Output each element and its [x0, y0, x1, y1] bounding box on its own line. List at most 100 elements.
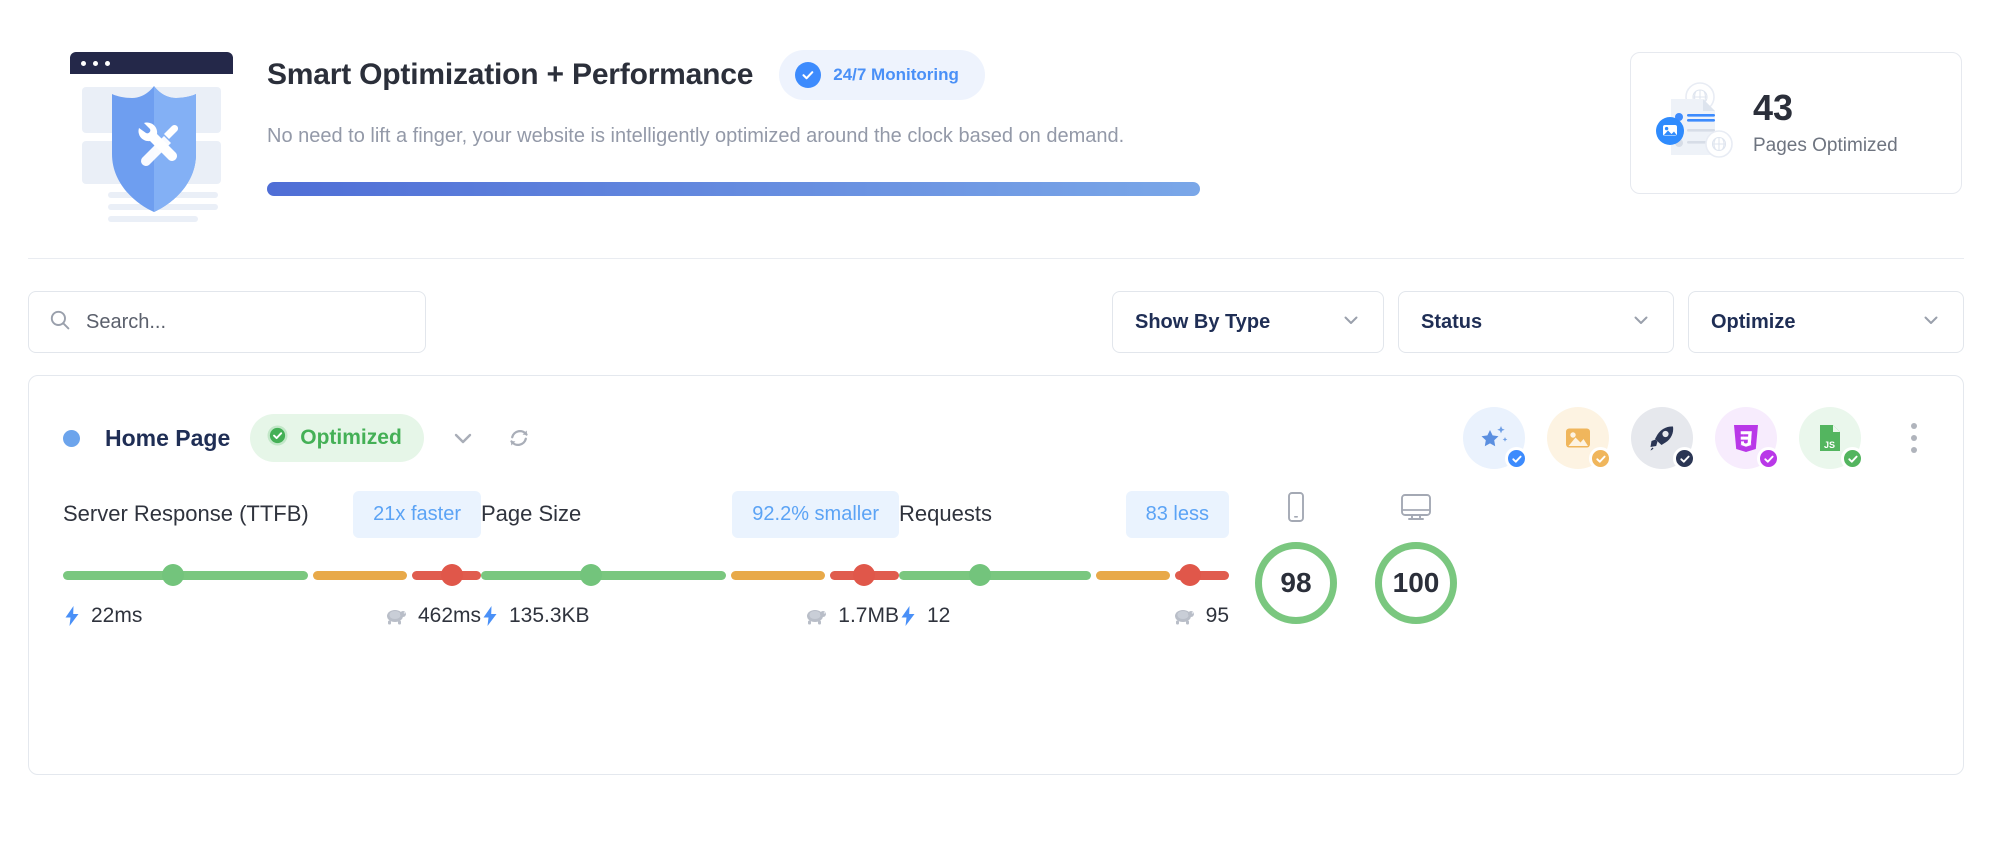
metric-fast-value: 135.3KB: [481, 604, 590, 628]
dropdown-optimize[interactable]: Optimize: [1688, 291, 1964, 353]
shield-icon: [106, 84, 202, 214]
bar-knob-fast: [969, 564, 991, 586]
bar-segment-green: [481, 571, 726, 580]
dropdown-status-label: Status: [1421, 311, 1482, 334]
optimization-icon-group: JS: [1463, 407, 1861, 469]
pages-optimized-label: Pages Optimized: [1753, 135, 1898, 157]
optimization-progress: [267, 182, 1200, 196]
turtle-icon: [384, 606, 408, 626]
chevron-down-icon: [1341, 310, 1361, 335]
dropdown-show-by-type-label: Show By Type: [1135, 311, 1270, 334]
bar-knob-slow: [441, 564, 463, 586]
bar-knob-fast: [580, 564, 602, 586]
metric-improvement-chip: 21x faster: [353, 491, 481, 538]
browser-titlebar: [70, 52, 233, 74]
metric-improvement-chip: 92.2% smaller: [732, 491, 899, 538]
metric-slow-value: 95: [1172, 604, 1229, 628]
refresh-button[interactable]: [502, 421, 536, 455]
bar-segment-red: [412, 571, 481, 580]
lightning-icon: [481, 605, 499, 627]
metric-title: Server Response (TTFB): [63, 501, 309, 527]
chevron-down-icon: [1921, 310, 1941, 335]
dropdown-optimize-label: Optimize: [1711, 311, 1795, 334]
page-title: Smart Optimization + Performance: [267, 58, 753, 92]
metric-title: Requests: [899, 501, 992, 527]
placeholder-line: [108, 216, 198, 222]
pages-optimized-count: 43: [1753, 90, 1898, 126]
sparkle-star-icon[interactable]: [1463, 407, 1525, 469]
search-icon: [49, 309, 71, 336]
lightning-icon: [63, 605, 81, 627]
js-file-icon[interactable]: JS: [1799, 407, 1861, 469]
search-input[interactable]: [86, 292, 405, 352]
lightning-icon: [899, 605, 917, 627]
metric-bar: [63, 564, 481, 586]
metric-fast-value: 22ms: [63, 604, 142, 628]
check-badge-icon: [1589, 447, 1612, 470]
check-badge-icon: [1673, 447, 1696, 470]
metric-page-size: Page Size 92.2% smaller 135.3KB: [481, 486, 899, 628]
window-dot: [105, 61, 110, 66]
page-result-card: Home Page Optimized: [28, 375, 1964, 775]
dropdown-show-by-type[interactable]: Show By Type: [1112, 291, 1384, 353]
page-name: Home Page: [105, 425, 230, 452]
bar-segment-orange: [731, 571, 825, 580]
bar-segment-orange: [313, 571, 407, 580]
metric-title: Page Size: [481, 501, 581, 527]
score-ring: 98: [1255, 542, 1337, 624]
dropdown-status[interactable]: Status: [1398, 291, 1674, 353]
metric-slow-value: 1.7MB: [804, 604, 899, 628]
chevron-down-icon: [450, 425, 476, 451]
hero-subtitle: No need to lift a finger, your website i…: [267, 122, 1630, 150]
refresh-icon: [506, 425, 532, 451]
score-mobile: 98: [1255, 488, 1337, 624]
metric-slow-value: 462ms: [384, 604, 481, 628]
search-field[interactable]: [28, 291, 426, 353]
bar-knob-slow: [853, 564, 875, 586]
turtle-icon: [804, 606, 828, 626]
metrics-row: Server Response (TTFB) 21x faster 22ms: [29, 472, 1963, 628]
bar-segment-green: [899, 571, 1091, 580]
mobile-icon: [1285, 488, 1307, 528]
monitoring-badge: 24/7 Monitoring: [779, 50, 985, 100]
hero-section: Smart Optimization + Performance 24/7 Mo…: [0, 0, 1992, 258]
chevron-down-icon: [1631, 310, 1651, 335]
pages-optimized-card: 43 Pages Optimized: [1630, 52, 1962, 194]
metric-bar: [481, 564, 899, 586]
performance-scores: 98 100: [1255, 486, 1457, 624]
score-value: 98: [1280, 567, 1311, 599]
check-badge-icon: [1505, 447, 1528, 470]
shield-tools-icon: [60, 52, 245, 227]
window-dot: [81, 61, 86, 66]
page-card-header: Home Page Optimized: [29, 376, 1963, 472]
metric-fast-value: 12: [899, 604, 950, 628]
bar-segment-red: [1175, 571, 1229, 580]
window-dot: [93, 61, 98, 66]
check-circle-icon: [795, 62, 821, 88]
bar-segment-red: [830, 571, 899, 580]
bar-knob-fast: [162, 564, 184, 586]
desktop-icon: [1399, 488, 1433, 528]
filter-toolbar: Show By Type Status Optimize: [0, 259, 1992, 353]
status-dot-icon: [63, 430, 80, 447]
status-badge: Optimized: [250, 414, 424, 462]
status-badge-label: Optimized: [300, 426, 402, 450]
image-icon[interactable]: [1547, 407, 1609, 469]
svg-text:JS: JS: [1824, 440, 1835, 450]
css3-icon[interactable]: [1715, 407, 1777, 469]
document-image-icon: [1653, 79, 1743, 167]
score-desktop: 100: [1375, 488, 1457, 624]
score-ring: 100: [1375, 542, 1457, 624]
check-circle-icon: [266, 424, 289, 452]
check-badge-icon: [1757, 447, 1780, 470]
metric-server-response: Server Response (TTFB) 21x faster 22ms: [63, 486, 481, 628]
rocket-icon[interactable]: [1631, 407, 1693, 469]
progress-bar-fill: [267, 182, 1200, 196]
score-value: 100: [1393, 567, 1440, 599]
bar-segment-green: [63, 571, 308, 580]
bar-knob-slow: [1179, 564, 1201, 586]
metric-requests: Requests 83 less 12: [899, 486, 1229, 628]
kebab-menu-icon[interactable]: [1899, 423, 1929, 453]
expand-row-button[interactable]: [446, 421, 480, 455]
check-badge-icon: [1841, 447, 1864, 470]
